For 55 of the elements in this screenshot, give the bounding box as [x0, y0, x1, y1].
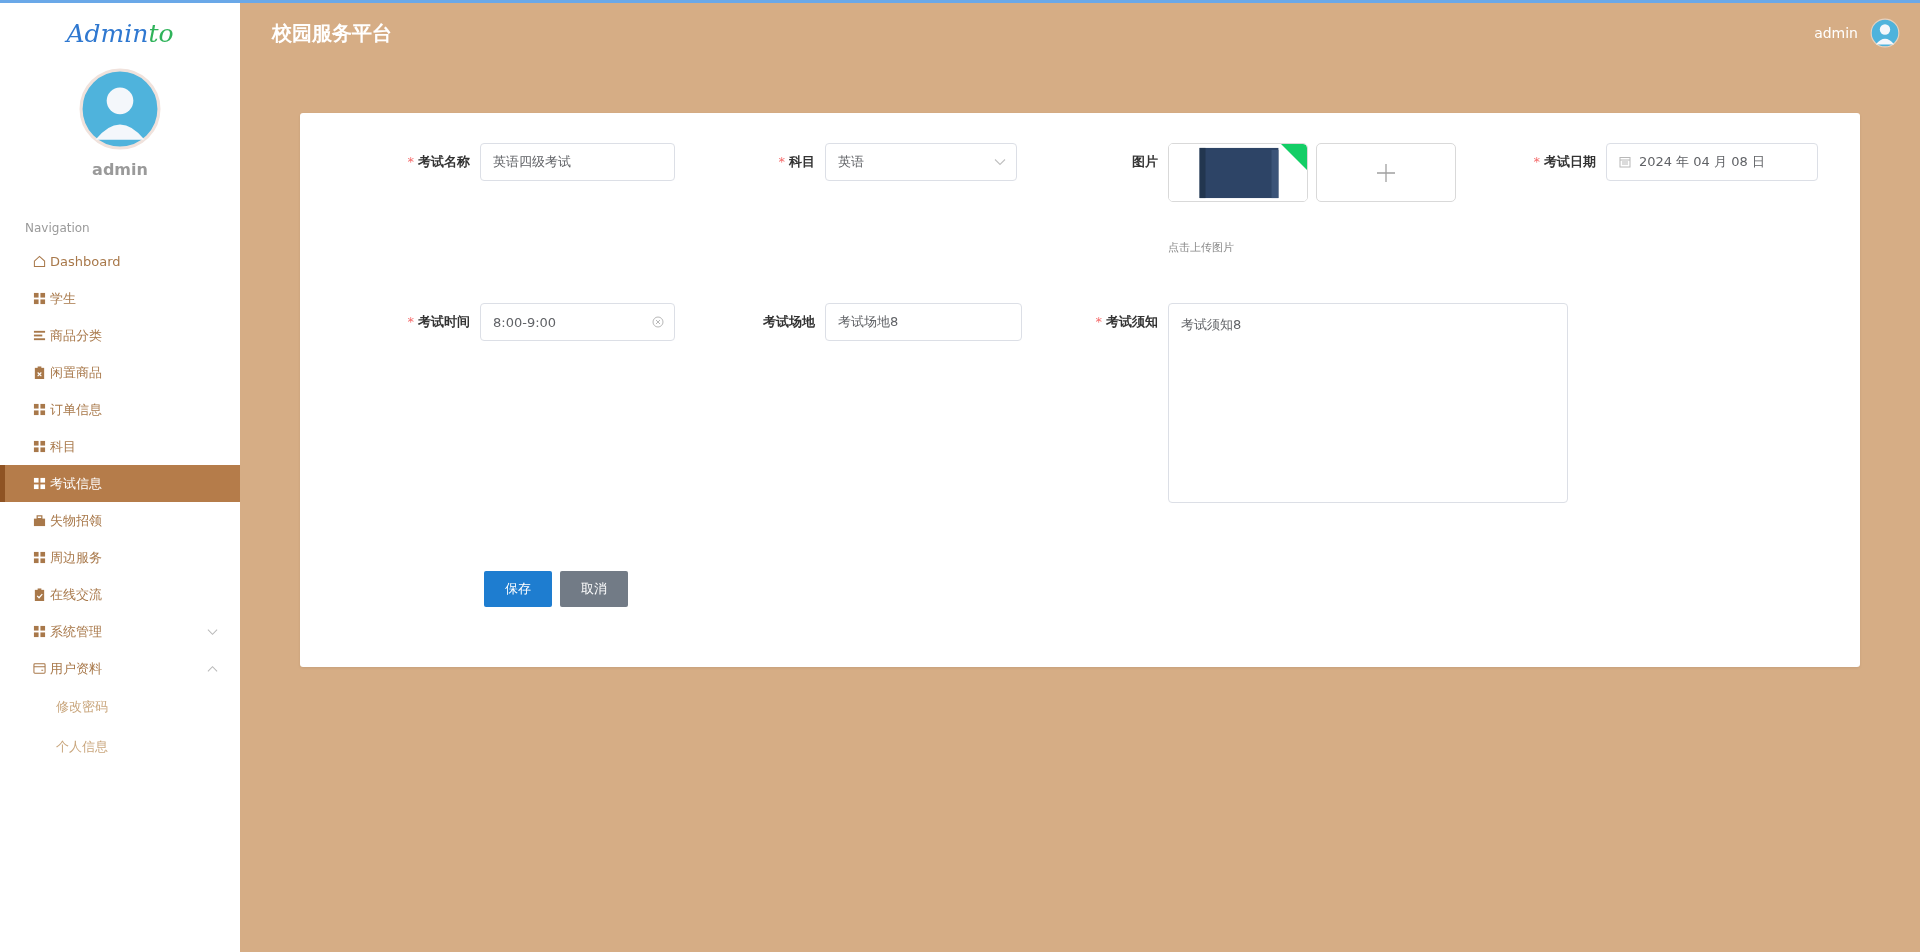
logo: Adminto [66, 19, 174, 48]
card-icon [33, 662, 46, 675]
textarea-field[interactable]: 考试须知8 [1168, 303, 1568, 503]
cancel-button[interactable]: 取消 [560, 571, 628, 607]
nav-item[interactable]: 周边服务 [0, 539, 240, 576]
field-label: * 考试时间 [406, 313, 470, 331]
clipboard-icon [33, 366, 46, 379]
input-field[interactable]: 考试场地8 [825, 303, 1022, 341]
chevron-up-icon [207, 664, 218, 673]
input-field[interactable]: 8:00-9:00 [480, 303, 675, 341]
nav-item[interactable]: 在线交流 [0, 576, 240, 613]
clear-icon[interactable] [652, 316, 664, 328]
nav-item[interactable]: 科目 [0, 428, 240, 465]
nav-item[interactable]: 考试信息 [0, 465, 240, 502]
save-button[interactable]: 保存 [484, 571, 552, 607]
input-field[interactable]: 英语四级考试 [480, 143, 675, 181]
plus-icon [1376, 162, 1396, 183]
nav-heading: Navigation [25, 221, 91, 235]
submenu-item[interactable]: 个人信息 [0, 727, 108, 767]
nav-item[interactable]: 闲置商品 [0, 354, 240, 391]
chevron-down-icon [994, 156, 1006, 168]
field-label: * 考试名称 [406, 153, 470, 171]
grid-icon [33, 403, 46, 416]
nav-item[interactable]: 用户资料 [0, 650, 240, 687]
chevron-down-icon [207, 627, 218, 636]
field-label: 考试场地 [762, 313, 815, 331]
grid-icon [33, 551, 46, 564]
field-label: * 考试日期 [1532, 153, 1596, 171]
home-icon [33, 255, 46, 268]
clipboard-check-icon [33, 588, 46, 601]
user-name: admin [92, 160, 148, 179]
nav-item[interactable]: 商品分类 [0, 317, 240, 354]
grid-icon [33, 292, 46, 305]
select-field[interactable]: 英语 [825, 143, 1017, 181]
nav-item[interactable]: Dashboard [0, 243, 240, 280]
grid-icon [33, 477, 46, 490]
field-label: 图片 [1131, 153, 1158, 171]
nav-item[interactable]: 系统管理 [0, 613, 240, 650]
nav-item[interactable]: 订单信息 [0, 391, 240, 428]
date-field[interactable]: 2024 年 04 月 08 日 [1606, 143, 1818, 181]
success-corner-icon [1281, 144, 1307, 170]
grid-icon [33, 440, 46, 453]
briefcase-icon [33, 514, 46, 527]
calendar-icon [1619, 156, 1631, 168]
app-title: 校园服务平台 [272, 19, 392, 47]
submenu-item[interactable]: 修改密码 [0, 687, 108, 727]
grid-icon [33, 625, 46, 638]
upload-hint: 点击上传图片 [1168, 240, 1235, 255]
nav-item[interactable]: 失物招领 [0, 502, 240, 539]
list-icon [33, 329, 46, 342]
avatar[interactable] [1870, 18, 1900, 48]
nav-item[interactable]: 学生 [0, 280, 240, 317]
upload-button[interactable] [1316, 143, 1456, 202]
field-label: * 科目 [777, 153, 815, 171]
field-label: * 考试须知 [1094, 313, 1158, 331]
